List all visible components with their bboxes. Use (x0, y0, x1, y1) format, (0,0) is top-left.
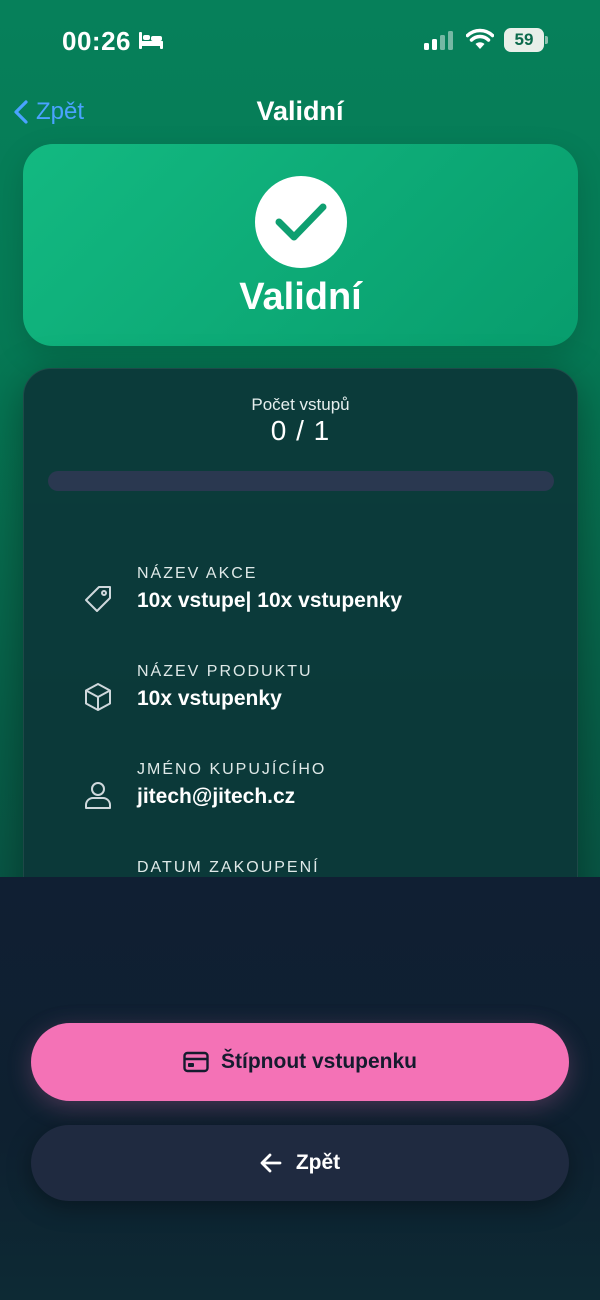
checkmark-icon (275, 203, 327, 241)
check-circle (255, 176, 347, 268)
detail-value: 10x vstupenky (137, 687, 282, 710)
bed-icon (139, 32, 163, 49)
punch-ticket-label: Štípnout vstupenku (221, 1050, 417, 1073)
battery-indicator: 59 (504, 28, 548, 52)
detail-row-event-name: NÁZEV AKCE 10x vstupe| 10x vstupenky (24, 565, 577, 635)
credit-card-icon (183, 1051, 209, 1073)
box-icon (85, 683, 111, 711)
ticket-info-card: Počet vstupů 0 / 1 NÁZEV AKCE 10x vstupe… (23, 368, 578, 928)
nav-bar: Zpět Validní (0, 88, 600, 138)
detail-value: 10x vstupe| 10x vstupenky (137, 589, 403, 612)
wifi-icon (466, 28, 494, 49)
entries-progress-bar (48, 471, 554, 491)
arrow-left-icon (260, 1153, 282, 1173)
entries-label: Počet vstupů (251, 395, 350, 414)
validity-status-label: Validní (239, 276, 362, 318)
detail-row-product-name: NÁZEV PRODUKTU 10x vstupenky (24, 663, 577, 733)
detail-label: NÁZEV AKCE (137, 565, 258, 582)
status-bar: 00:26 59 (0, 0, 600, 80)
user-icon (85, 782, 111, 809)
tag-icon (85, 586, 111, 612)
back-button[interactable]: Zpět (31, 1125, 569, 1201)
detail-label: JMÉNO KUPUJÍCÍHO (137, 761, 327, 778)
page-title: Validní (256, 96, 344, 126)
detail-label: DATUM ZAKOUPENÍ (137, 859, 320, 876)
bottom-action-sheet: Štípnout vstupenku Zpět (0, 877, 600, 1300)
detail-row-buyer-name: JMÉNO KUPUJÍCÍHO jitech@jitech.cz (24, 761, 577, 831)
detail-value: jitech@jitech.cz (137, 785, 296, 808)
back-button-label: Zpět (295, 1151, 341, 1174)
status-time: 00:26 (62, 26, 131, 56)
punch-ticket-button[interactable]: Štípnout vstupenku (31, 1023, 569, 1101)
battery-level: 59 (504, 28, 544, 52)
entries-count: 0 / 1 (270, 415, 331, 446)
battery-tip (545, 36, 548, 44)
detail-label: NÁZEV PRODUKTU (137, 663, 313, 680)
validity-status-card: Validní (23, 144, 578, 346)
signal-icon (424, 31, 453, 50)
